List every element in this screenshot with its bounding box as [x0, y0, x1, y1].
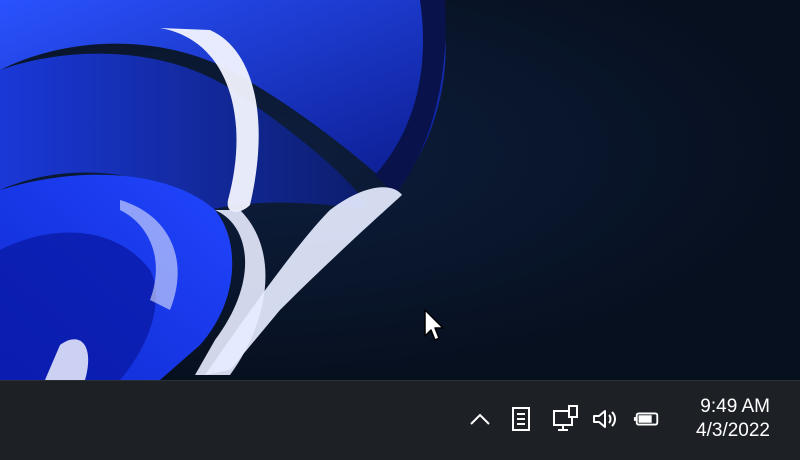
- volume-icon[interactable]: [591, 405, 619, 433]
- system-clock[interactable]: 9:49 AM 4/3/2022: [696, 395, 770, 443]
- desktop[interactable]: [0, 0, 800, 380]
- battery-icon[interactable]: [633, 405, 661, 433]
- clock-date: 4/3/2022: [696, 420, 770, 441]
- mouse-cursor-icon: [424, 309, 444, 341]
- network-icon[interactable]: [551, 405, 579, 433]
- notepad-icon[interactable]: [507, 405, 535, 433]
- chevron-up-icon[interactable]: [466, 405, 494, 433]
- taskbar: 9:49 AM 4/3/2022: [0, 380, 800, 460]
- wallpaper-bloom: [0, 0, 446, 380]
- clock-time: 9:49 AM: [700, 396, 770, 417]
